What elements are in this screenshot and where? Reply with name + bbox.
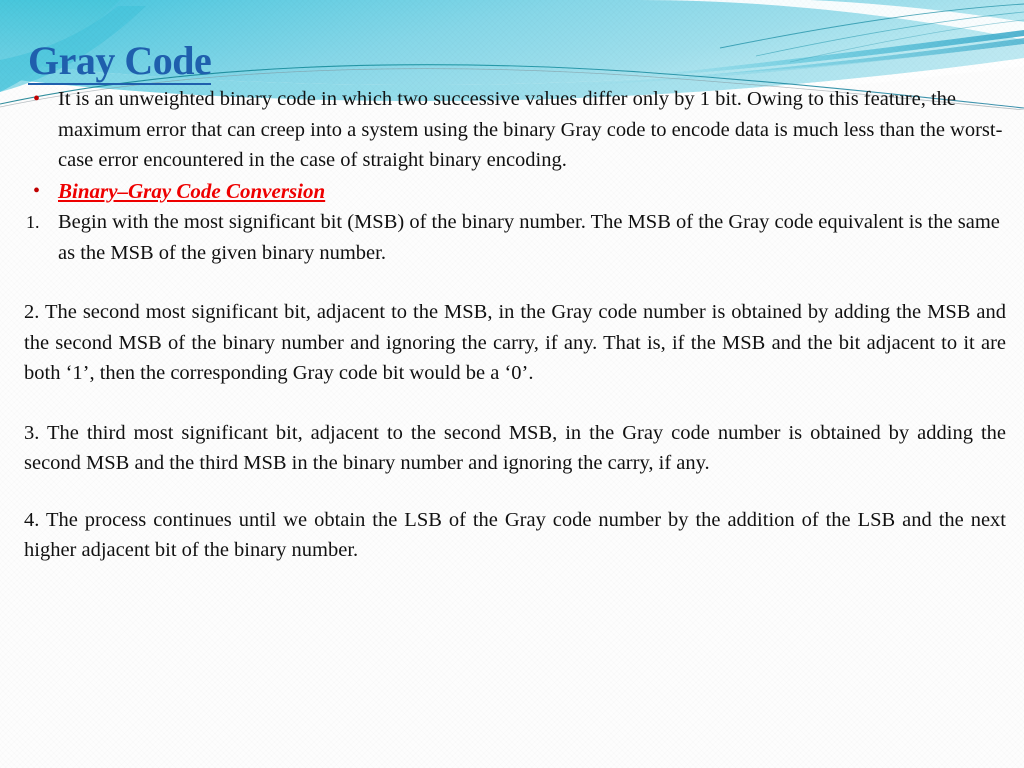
numbered-step-4: 4. The process continues until we obtain… xyxy=(24,508,1006,562)
numbered-step-2: 2. The second most significant bit, adja… xyxy=(24,301,1006,384)
list-item: • It is an unweighted binary code in whi… xyxy=(0,84,1024,176)
page-title: Gray Code xyxy=(28,38,212,85)
slide-body: • It is an unweighted binary code in whi… xyxy=(0,84,1024,566)
step-text: Begin with the most significant bit (MSB… xyxy=(58,211,1000,264)
numbered-step-3: 3. The third most significant bit, adjac… xyxy=(24,421,1006,475)
bullet-dot-icon: • xyxy=(33,88,41,110)
bullet-dot-icon: • xyxy=(33,179,41,202)
list-item: • Binary–Gray Code Conversion xyxy=(0,176,1024,208)
numbered-step-1: 1. Begin with the most significant bit (… xyxy=(0,207,1024,268)
bullet-text: It is an unweighted binary code in which… xyxy=(58,88,1003,171)
bullet-list: • It is an unweighted binary code in whi… xyxy=(0,84,1024,207)
step-number: 1. xyxy=(26,212,40,232)
section-heading-binary-gray-conversion: Binary–Gray Code Conversion xyxy=(58,178,326,203)
presentation-slide: Gray Code • It is an unweighted binary c… xyxy=(0,0,1024,768)
